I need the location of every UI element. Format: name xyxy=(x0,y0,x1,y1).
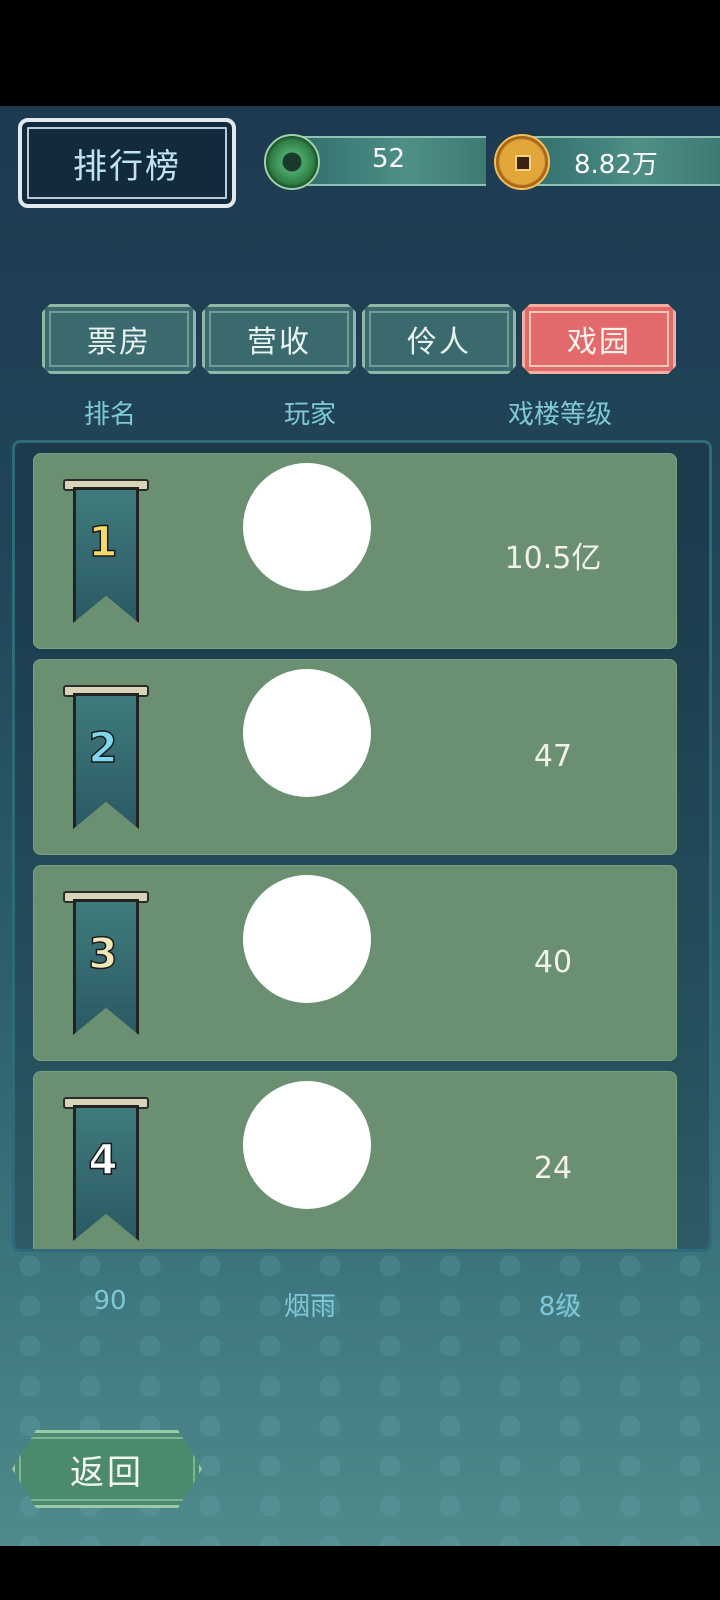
tab-label: 票房 xyxy=(87,325,151,360)
back-button[interactable]: 返回 xyxy=(12,1430,202,1508)
rank-number: 3 xyxy=(88,928,119,979)
self-rank: 90 xyxy=(93,1286,127,1316)
rank-number: 1 xyxy=(88,516,119,567)
leaderboard-row[interactable]: 1 10.5亿 xyxy=(33,453,677,649)
title-plaque: 排行榜 xyxy=(18,118,236,208)
player-avatar[interactable] xyxy=(243,875,371,1003)
column-header-rank: 排名 xyxy=(83,400,136,430)
player-avatar[interactable] xyxy=(243,463,371,591)
tab-theater[interactable]: 戏园 xyxy=(522,304,676,374)
jade-icon xyxy=(264,134,320,190)
back-button-label: 返回 xyxy=(70,1452,144,1493)
jade-count: 52 xyxy=(372,144,406,174)
rank-banner-icon: 4 xyxy=(63,1097,149,1241)
theater-level-value: 10.5亿 xyxy=(504,541,602,576)
page-title: 排行榜 xyxy=(73,146,181,187)
leaderboard-row[interactable]: 3 40 xyxy=(33,865,677,1061)
rank-banner-icon: 3 xyxy=(63,891,149,1035)
tab-label: 伶人 xyxy=(407,325,471,360)
tab-label: 营收 xyxy=(247,325,311,360)
leaderboard-list[interactable]: 1 10.5亿 2 47 3 40 4 24 xyxy=(12,440,712,1252)
rank-banner-icon: 2 xyxy=(63,685,149,829)
tab-revenue[interactable]: 营收 xyxy=(202,304,356,374)
theater-level-value: 47 xyxy=(533,739,573,774)
column-header-player: 玩家 xyxy=(283,400,336,430)
copper-coin-icon xyxy=(494,134,550,190)
rank-number: 2 xyxy=(88,722,119,773)
theater-level-value: 24 xyxy=(533,1151,573,1186)
leaderboard-row[interactable]: 4 24 xyxy=(33,1071,677,1249)
self-player-name: 烟雨 xyxy=(283,1292,336,1322)
rank-banner-icon: 1 xyxy=(63,479,149,623)
tab-label: 戏园 xyxy=(567,325,631,360)
coin-count: 8.82万 xyxy=(574,150,658,180)
tab-box-office[interactable]: 票房 xyxy=(42,304,196,374)
rank-number: 4 xyxy=(88,1134,119,1185)
tab-performers[interactable]: 伶人 xyxy=(362,304,516,374)
player-avatar[interactable] xyxy=(243,669,371,797)
leaderboard-row[interactable]: 2 47 xyxy=(33,659,677,855)
self-theater-level: 8级 xyxy=(538,1292,582,1322)
theater-level-value: 40 xyxy=(533,945,573,980)
player-avatar[interactable] xyxy=(243,1081,371,1209)
leaderboard-screen: 排行榜 52 8.82万 票房 营收 伶人 戏园 排名 玩家 戏楼等级 1 10… xyxy=(0,106,720,1546)
column-header-level: 戏楼等级 xyxy=(507,400,612,430)
